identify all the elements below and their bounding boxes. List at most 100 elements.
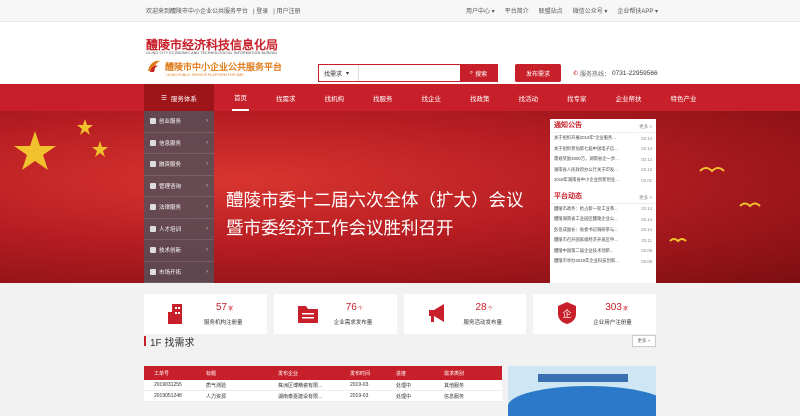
- cell: 处理中: [396, 393, 412, 400]
- stat-value: 76个: [346, 302, 363, 313]
- section-title-text: 1F 找需求: [150, 337, 195, 349]
- nav-find-expert[interactable]: 找专家: [565, 84, 589, 111]
- notice-title: 通知公告: [554, 122, 582, 129]
- chevron-right-icon: ›: [206, 268, 208, 275]
- chevron-right-icon: ›: [206, 204, 208, 211]
- side-menu-innovation[interactable]: 技术创新 ›: [144, 240, 214, 262]
- app-link[interactable]: 企业帮扶APP ▾: [617, 6, 658, 15]
- table-row[interactable]: 2019051248 人力资源 湖南泰嘉建设有限... 2019-03 处理中 …: [144, 391, 502, 402]
- side-menu-entrepreneurship[interactable]: 创业服务 ›: [144, 111, 214, 133]
- cell: 2019-03: [350, 393, 369, 399]
- stat-number: 76: [345, 302, 357, 313]
- stat-agencies[interactable]: 57家 服务机构注册量: [144, 294, 267, 334]
- chevron-right-icon: ›: [206, 118, 208, 125]
- bird-icon: [739, 202, 761, 208]
- section-more-button[interactable]: 更多 +: [632, 335, 656, 347]
- nav-find-policy[interactable]: 找政策: [468, 84, 492, 111]
- dynamics-item-text: 醴陵市政务：抢占新一轮工业革...: [554, 205, 618, 211]
- alliance-sites-link[interactable]: 联盟站点: [539, 6, 563, 15]
- search-input[interactable]: [359, 65, 460, 81]
- side-menu-market[interactable]: 市场开拓 ›: [144, 262, 214, 283]
- dynamics-item-text: 醴陵中国第二届企业技术创新...: [554, 247, 614, 253]
- notice-item[interactable]: 需规奖励3000万，湖南省企一步... 03.13: [550, 154, 656, 165]
- stat-enterprises[interactable]: 企 303家 企业用户注册量: [533, 294, 656, 334]
- dynamics-item[interactable]: 醴陵市举办2019年企业科技创新... 03.08: [550, 256, 656, 267]
- innovation-icon: [150, 247, 156, 254]
- table-row[interactable]: 2019031255 质气测验 株洲区博精瓷有限... 2019-03 处理中 …: [144, 380, 502, 391]
- information-icon: [150, 139, 156, 146]
- notice-item-date: 03.14: [641, 135, 652, 141]
- chevron-right-icon: ›: [206, 161, 208, 168]
- search-type-select[interactable]: 找需求 ▾: [319, 65, 359, 81]
- notice-more-link[interactable]: 更多 >: [639, 124, 652, 130]
- stat-number: 57: [216, 302, 228, 313]
- wechat-link[interactable]: 微信公众号 ▾: [573, 6, 608, 15]
- phoenix-logo-icon: [148, 60, 160, 72]
- side-menu-label: 市场开拓: [159, 269, 182, 276]
- nav-find-agency[interactable]: 找机构: [323, 84, 347, 111]
- service-category-button[interactable]: ☰ 服务体系: [144, 84, 214, 111]
- col-header: 需求类别: [444, 370, 465, 377]
- notice-item[interactable]: 关于组织开展2019年“企业服务... 03.14: [550, 133, 656, 144]
- dynamics-more-link[interactable]: 更多 >: [639, 195, 652, 201]
- shield-enterprise-icon: 企: [558, 302, 577, 324]
- nav-find-activity[interactable]: 找活动: [517, 84, 541, 111]
- svg-text:企: 企: [563, 308, 572, 320]
- section-find-demand: 1F 找需求 更多 + 工单号 标题 发布企业 发布时间 进度 需求类别 201…: [144, 330, 656, 416]
- user-center-link[interactable]: 用户中心 ▾: [466, 6, 495, 15]
- login-link[interactable]: 登录: [256, 9, 268, 15]
- side-menu-information[interactable]: 信息服务 ›: [144, 133, 214, 154]
- search-bar: 找需求 ▾ ⌕ 搜索: [318, 64, 498, 82]
- notice-item-date: 03.12: [641, 167, 652, 173]
- dynamics-item[interactable]: 醴陵市召开国家级经济开发区申... 03.11: [550, 235, 656, 246]
- dynamics-item[interactable]: 醴陵市政务：抢占新一轮工业革... 03.14: [550, 204, 656, 215]
- top-links: 用户中心 ▾ 平台简介 联盟站点 微信公众号 ▾ 企业帮扶APP ▾: [466, 6, 658, 15]
- dynamics-item-text: 醴陵湖南省工业园区醴陵企业公...: [554, 216, 618, 222]
- notice-item[interactable]: 关于组织参加第七届中国电子信... 03.14: [550, 144, 656, 155]
- service-category-label: 服务体系: [170, 95, 197, 103]
- nav-find-demand[interactable]: 找需求: [274, 84, 298, 111]
- side-menu-legal[interactable]: 法律服务 ›: [144, 197, 214, 219]
- dynamics-title: 平台动态: [554, 192, 582, 200]
- chevron-right-icon: ›: [206, 182, 208, 189]
- logo-subtitle: 醴陵市中小企业公共服务平台: [165, 62, 283, 72]
- search-type-label: 找需求: [324, 71, 343, 78]
- hero-banner[interactable]: 创业服务 › 信息服务 › 融资服务 › 管理咨询 › 法律服务 › 人才培训 › 技术创新…: [0, 111, 800, 283]
- nav-home[interactable]: 首页: [232, 84, 249, 111]
- side-menu-label: 信息服务: [159, 140, 182, 147]
- dynamics-item[interactable]: 醴陵湖南省工业园区醴陵企业公... 03.14: [550, 214, 656, 225]
- side-menu-label: 管理咨询: [159, 183, 182, 190]
- cell: 其他服务: [444, 382, 465, 389]
- side-menu-training[interactable]: 人才培训 ›: [144, 219, 214, 240]
- hero-headline[interactable]: 醴陵市委十二届六次全体（扩大）会议 暨市委经济工作会议胜利召开: [226, 187, 524, 243]
- notice-item[interactable]: 湖南省人民政府办公厅关于印发... 03.12: [550, 165, 656, 176]
- post-demand-button[interactable]: 发布需求: [515, 64, 561, 82]
- nav-find-service[interactable]: 找服务: [371, 84, 395, 111]
- dynamics-item[interactable]: 醴陵中国第二届企业技术创新... 03.09: [550, 246, 656, 257]
- notice-header: 通知公告 更多 >: [550, 119, 656, 133]
- bird-icon: [669, 238, 687, 243]
- logo-english-2: LILING PUBLIC SERVICE PLATFORM FOR SME: [166, 73, 244, 77]
- promo-image[interactable]: [508, 366, 656, 416]
- stat-demands[interactable]: 76个 企业需求发布量: [273, 294, 397, 334]
- stat-unit: 个: [487, 306, 493, 312]
- search-button[interactable]: ⌕ 搜索: [460, 65, 497, 81]
- market-icon: [150, 268, 156, 275]
- notice-item[interactable]: 2019年湖南省中小企业创新创业... 03.01: [550, 175, 656, 186]
- register-link[interactable]: 用户注册: [277, 9, 301, 15]
- stat-activities[interactable]: 28个 服务活动发布量: [403, 294, 527, 334]
- notice-item-text: 需规奖励3000万，湖南省企一步...: [554, 156, 619, 162]
- side-menu-consulting[interactable]: 管理咨询 ›: [144, 176, 214, 197]
- col-header: 标题: [206, 370, 217, 377]
- stat-number: 28: [475, 302, 487, 313]
- header: 醴陵市经济科技信息化局 LILING CITY ECONOMIC AND TEC…: [0, 22, 800, 84]
- dynamics-item-date: 03.09: [641, 248, 652, 254]
- cell: 信息服务: [444, 393, 465, 400]
- consulting-icon: [150, 182, 156, 189]
- nav-featured-industry[interactable]: 特色产业: [669, 84, 699, 111]
- nav-find-enterprise[interactable]: 找企业: [420, 84, 444, 111]
- dynamics-item[interactable]: 彭佰成副长：省委书记调研参与... 03.14: [550, 225, 656, 236]
- nav-enterprise-aid[interactable]: 企业帮扶: [614, 84, 644, 111]
- platform-intro-link[interactable]: 平台简介: [505, 6, 529, 15]
- side-menu-financing[interactable]: 融资服务 ›: [144, 154, 214, 176]
